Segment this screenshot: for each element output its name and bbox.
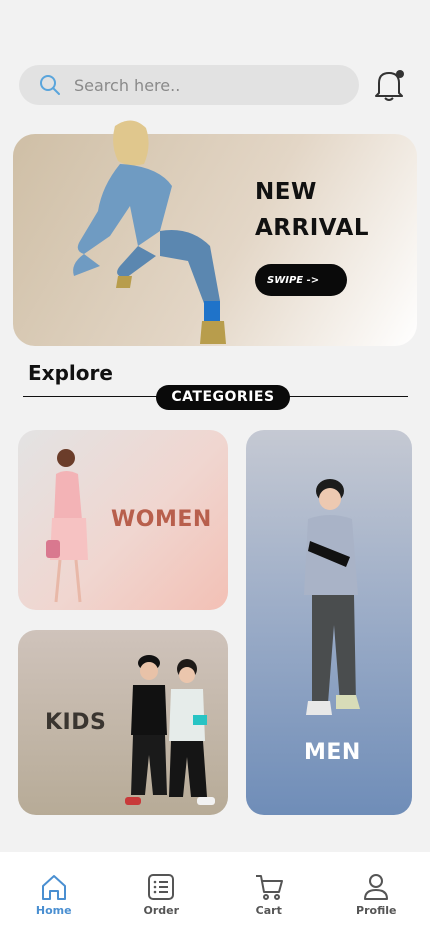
- women-label: WOMEN: [111, 507, 212, 532]
- notification-bell-icon[interactable]: [372, 67, 406, 103]
- tab-order-label: Order: [143, 904, 180, 917]
- tab-profile-label: Profile: [356, 904, 397, 917]
- bottom-tab-bar: Home Order Cart Profile: [0, 852, 430, 932]
- tab-cart-label: Cart: [255, 904, 282, 917]
- home-icon: [41, 875, 66, 900]
- search-icon: [40, 75, 60, 95]
- kids-model-image: [125, 655, 215, 805]
- category-card-kids[interactable]: KIDS: [18, 630, 228, 815]
- category-card-women[interactable]: WOMEN: [18, 430, 228, 610]
- men-model-image: [304, 479, 360, 715]
- tab-home-label: Home: [35, 904, 72, 917]
- tab-cart[interactable]: Cart: [215, 852, 323, 932]
- men-label: MEN: [304, 740, 361, 765]
- search-bar[interactable]: [19, 65, 359, 105]
- cart-icon: [255, 875, 283, 900]
- new-arrival-banner[interactable]: NEW ARRIVAL SWIPE ->: [13, 120, 417, 346]
- women-model-image: [46, 449, 88, 603]
- categories-label: CATEGORIES: [156, 385, 290, 410]
- tab-order[interactable]: Order: [108, 852, 216, 932]
- user-icon: [364, 874, 389, 900]
- category-card-men[interactable]: MEN: [246, 430, 412, 815]
- tab-home[interactable]: Home: [0, 852, 108, 932]
- hero-title: NEW ARRIVAL: [255, 179, 369, 241]
- swipe-button[interactable]: SWIPE ->: [255, 264, 347, 296]
- list-icon: [148, 874, 175, 900]
- tab-profile[interactable]: Profile: [323, 852, 430, 932]
- search-input[interactable]: [74, 75, 314, 95]
- hero-model-image: [73, 120, 226, 344]
- kids-label: KIDS: [45, 710, 107, 735]
- explore-heading: Explore: [28, 361, 113, 385]
